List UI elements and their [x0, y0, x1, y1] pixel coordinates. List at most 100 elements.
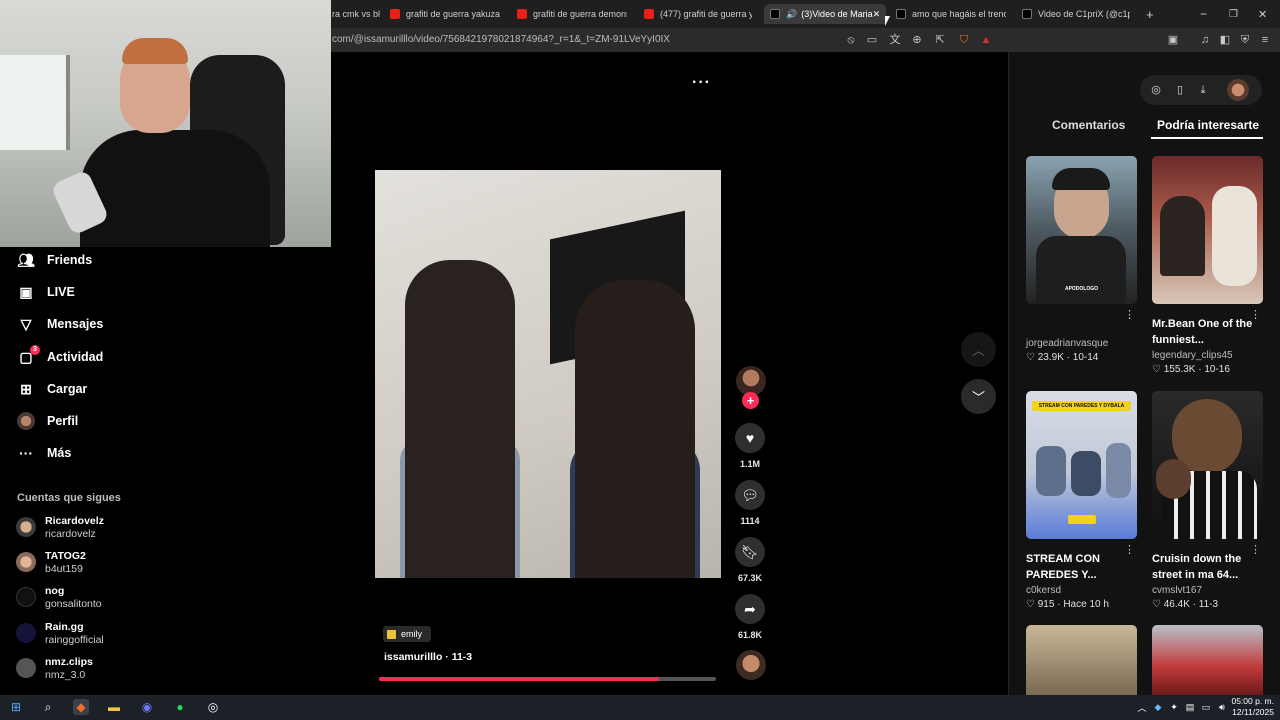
browser-tab[interactable]: amo que hagáis el trend — [896, 4, 1006, 24]
spotify-icon[interactable]: ● — [172, 699, 188, 715]
more-options-icon[interactable]: ⋮ — [1250, 543, 1261, 556]
video-thumbnail[interactable]: STREAM CON PAREDES Y DYBALA — [1026, 391, 1137, 539]
download-icon[interactable]: ⤓ — [1196, 83, 1210, 97]
share-button[interactable]: ➦ 61.8K — [735, 594, 765, 640]
sidebar-item-activity[interactable]: ▢ 3 Actividad — [17, 345, 103, 369]
recommended-video-thumbnail[interactable] — [1026, 625, 1137, 695]
more-options-icon[interactable]: ⋮ — [1124, 308, 1135, 321]
sidebar-item-friends[interactable]: 👥︎ Friends — [17, 248, 92, 272]
top-right-tools: ◎ ▯ ⤓ — [1140, 75, 1262, 105]
like-button[interactable]: ♥ 1.1M — [735, 423, 765, 469]
network-icon[interactable]: ▭ — [1198, 699, 1214, 715]
close-tab-icon[interactable]: ✕ — [873, 9, 881, 20]
progress-fill — [379, 677, 659, 681]
recommended-video-card[interactable]: Cruisin down the street in ma 64... ⋮ cv… — [1152, 391, 1263, 610]
brave-browser-icon[interactable]: ◆ — [73, 699, 89, 715]
tray-app-icon[interactable]: ◆ — [1150, 699, 1166, 715]
no-tracking-icon[interactable]: ⦸ — [844, 33, 858, 47]
more-options-icon[interactable]: ⋮ — [1250, 308, 1261, 321]
more-options-button[interactable]: ··· — [692, 74, 711, 92]
recommended-video-card[interactable]: Mr.Bean One of the funniest... ⋮ legenda… — [1152, 156, 1263, 375]
chevron-up-icon: ︿ — [971, 343, 985, 358]
rewards-icon[interactable]: ▲ — [979, 33, 993, 47]
recommended-video-thumbnail[interactable] — [1152, 625, 1263, 695]
tray-app-icon[interactable]: ▤ — [1182, 699, 1198, 715]
sidebar-item-messages[interactable]: ▽ Mensajes — [17, 312, 104, 336]
tray-app-icon[interactable]: ✦ — [1166, 699, 1182, 715]
avatar — [16, 658, 36, 678]
friends-icon: 👥︎ — [17, 251, 35, 268]
tray-chevron-icon[interactable]: ︿ — [1134, 699, 1150, 715]
following-account[interactable]: nog gonsalitonto — [16, 585, 216, 613]
profile-avatar — [17, 412, 35, 430]
browser-tab[interactable]: ra cmk vs bl — [332, 4, 380, 24]
tab-comments[interactable]: Comentarios — [1052, 118, 1125, 132]
webcam-overlay — [0, 0, 331, 247]
avatar — [16, 552, 36, 572]
sidebar-item-live[interactable]: ▣ LIVE — [17, 280, 74, 304]
following-account[interactable]: TATOG2 b4ut159 — [16, 550, 216, 578]
save-button[interactable]: 🔖︎ 67.3K — [735, 537, 765, 583]
sound-label[interactable]: emily — [383, 626, 431, 642]
more-options-icon[interactable]: ⋮ — [1124, 543, 1135, 556]
cast-icon[interactable]: ▭ — [865, 33, 879, 47]
user-avatar[interactable] — [1227, 79, 1249, 101]
video-player[interactable] — [375, 170, 721, 578]
obs-icon[interactable]: ◎ — [205, 699, 221, 715]
following-account[interactable]: Rain.gg rainggofficial — [16, 621, 216, 649]
close-window-button[interactable]: ✕ — [1258, 4, 1267, 24]
brave-shield-icon[interactable]: ⛉ — [957, 33, 971, 47]
browser-tab[interactable]: grafiti de guerra yakuza vs — [390, 4, 502, 24]
browser-tab[interactable]: Video de C1priX (@c1prix — [1022, 4, 1130, 24]
volume-icon[interactable]: 🔊︎ — [1214, 699, 1230, 715]
browser-tab[interactable]: grafiti de guerra demons vs — [517, 4, 627, 24]
video-thumbnail[interactable] — [1152, 156, 1263, 304]
more-icon: ··· — [19, 445, 33, 461]
discord-icon[interactable]: ◉ — [139, 699, 155, 715]
video-thumbnail[interactable] — [1152, 391, 1263, 539]
heart-icon: ♥ — [735, 423, 765, 453]
video-progress-bar[interactable] — [379, 677, 716, 681]
vpn-icon[interactable]: ⛨ — [1238, 33, 1252, 47]
music-disc-avatar[interactable] — [736, 650, 766, 680]
follow-button[interactable]: + — [742, 392, 759, 409]
comment-button[interactable]: 💬︎ 1114 — [735, 480, 765, 526]
tab-recommended[interactable]: Podría interesarte — [1157, 118, 1259, 132]
sidebar-item-more[interactable]: ··· Más — [17, 441, 71, 465]
system-clock[interactable]: 05:00 p. m. 12/11/2025 — [1231, 696, 1274, 718]
sidebar-toggle-icon[interactable]: ▣ — [1166, 33, 1180, 47]
mobile-icon[interactable]: ▯ — [1173, 83, 1187, 97]
following-account[interactable]: Ricardovelz ricardovelz — [16, 515, 216, 543]
maximize-button[interactable]: ❐ — [1229, 4, 1238, 24]
file-explorer-icon[interactable]: ▬ — [106, 699, 122, 715]
sidebar-item-upload[interactable]: ⊞ Cargar — [17, 377, 87, 401]
url-field[interactable]: com/@issamurilllo/video/7568421978021874… — [332, 34, 670, 45]
previous-video-button[interactable]: ︿ — [961, 332, 996, 367]
media-icon[interactable]: ♫ — [1198, 33, 1212, 47]
sidebar-item-profile[interactable]: Perfil — [17, 409, 78, 433]
share-icon[interactable]: ⇱ — [933, 33, 947, 47]
tiktok-icon — [896, 9, 906, 19]
chevron-down-icon: ﹀ — [971, 390, 985, 405]
translate-icon[interactable]: 文 — [888, 33, 902, 47]
minimize-button[interactable]: − — [1200, 4, 1207, 24]
next-video-button[interactable]: ﹀ — [961, 379, 996, 414]
video-thumbnail[interactable]: APODOLOGO — [1026, 156, 1137, 304]
browser-tab-active[interactable]: 🔊 (3)Video de Maria ✕ — [764, 4, 886, 24]
following-account[interactable]: nmz.clips nmz_3.0 — [16, 656, 216, 684]
recommended-video-card[interactable]: APODOLOGO ⋮ jorgeadrianvasque ♡ 23.9K · … — [1026, 156, 1137, 363]
menu-icon[interactable]: ≡ — [1258, 33, 1272, 47]
avatar — [16, 517, 36, 537]
recommended-video-card[interactable]: STREAM CON PAREDES Y DYBALA STREAM CON P… — [1026, 391, 1137, 610]
compass-icon[interactable]: ◎ — [1149, 83, 1163, 97]
messages-icon: ▽ — [20, 315, 32, 332]
browser-tab[interactable]: (477) grafiti de guerra yak — [644, 4, 752, 24]
zoom-icon[interactable]: ⊕ — [910, 33, 924, 47]
search-icon[interactable]: ⌕ — [40, 699, 56, 715]
avatar — [16, 587, 36, 607]
windows-start-icon[interactable]: ⊞ — [8, 699, 24, 715]
side-panel-icon[interactable]: ◧ — [1218, 33, 1232, 47]
avatar — [16, 623, 36, 643]
video-author-line[interactable]: issamurilllo · 11-3 — [384, 651, 472, 663]
new-tab-button[interactable]: + — [1146, 4, 1154, 24]
